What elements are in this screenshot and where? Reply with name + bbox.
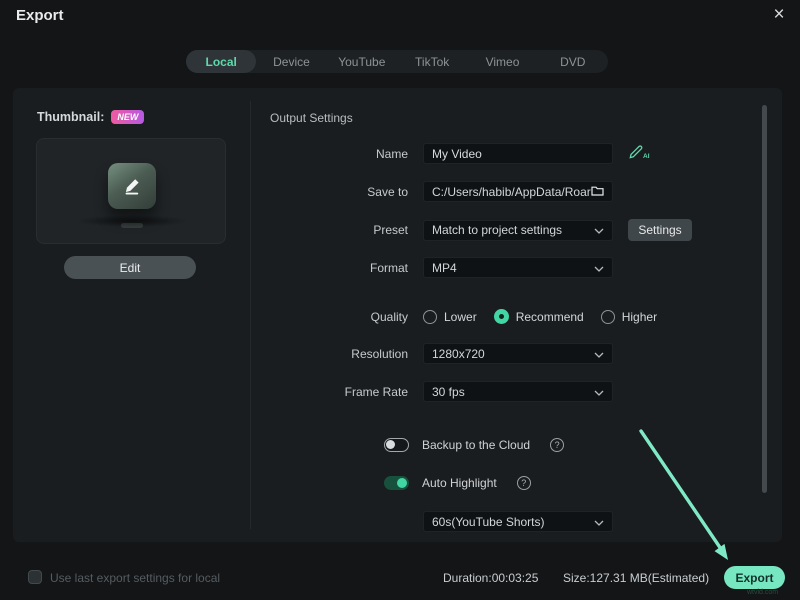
chevron-down-icon (594, 383, 604, 401)
tab-dvd[interactable]: DVD (538, 50, 608, 73)
frame-rate-row: Frame Rate 30 fps (270, 381, 613, 402)
tab-youtube[interactable]: YouTube (327, 50, 397, 73)
auto-highlight-row: Auto Highlight ? (384, 476, 531, 490)
help-icon[interactable]: ? (550, 438, 565, 452)
preset-dropdown[interactable]: Match to project settings (423, 219, 613, 241)
chevron-down-icon (594, 259, 604, 277)
name-row: Name (270, 143, 613, 164)
chevron-down-icon (594, 221, 604, 239)
thumbnail-label: Thumbnail: (37, 110, 105, 124)
backup-cloud-toggle[interactable] (384, 438, 409, 452)
scrollbar-thumb[interactable] (762, 105, 767, 493)
backup-cloud-label: Backup to the Cloud (422, 438, 531, 452)
main-panel: Thumbnail: NEW Edit Output Settings Name (13, 88, 782, 542)
quality-label: Quality (370, 309, 408, 324)
name-input[interactable] (432, 146, 604, 161)
tab-local[interactable]: Local (186, 50, 257, 73)
edit-pencil-icon (108, 163, 156, 209)
quality-options: Lower Recommend Higher (423, 309, 657, 324)
preset-label: Preset (373, 223, 408, 237)
use-last-settings-checkbox[interactable] (28, 570, 42, 584)
dialog-title: Export (16, 7, 64, 24)
save-to-row: Save to C:/Users/habib/AppData/Roar (270, 181, 613, 202)
auto-highlight-label: Auto Highlight (422, 476, 497, 490)
tab-tiktok[interactable]: TikTok (397, 50, 467, 73)
chevron-down-icon (594, 513, 604, 531)
quality-option-lower[interactable]: Lower (423, 309, 477, 324)
quality-option-higher[interactable]: Higher (600, 309, 657, 324)
shorts-row: 60s(YouTube Shorts) (423, 511, 613, 532)
close-icon[interactable]: × (766, 2, 792, 28)
quality-option-recommend[interactable]: Recommend (493, 309, 584, 324)
edit-thumbnail-button[interactable]: Edit (64, 256, 196, 279)
radio-unselected-icon (600, 309, 615, 324)
thumbnail-icon-reflection (121, 223, 143, 228)
settings-button[interactable]: Settings (628, 219, 692, 241)
save-to-path: C:/Users/habib/AppData/Roar (432, 184, 591, 199)
folder-icon[interactable] (591, 183, 604, 201)
radio-unselected-icon (423, 309, 437, 324)
preset-row: Preset Match to project settings Setting… (270, 219, 692, 241)
chevron-down-icon (594, 345, 604, 363)
export-dialog: Export × Local Device YouTube TikTok Vim… (0, 0, 800, 600)
watermark-text: wtvid.com (747, 589, 779, 596)
resolution-row: Resolution 1280x720 (270, 343, 613, 364)
svg-text:AI: AI (643, 153, 650, 160)
save-to-input-wrap[interactable]: C:/Users/habib/AppData/Roar (423, 181, 613, 202)
tab-device[interactable]: Device (256, 50, 326, 73)
auto-highlight-toggle[interactable] (384, 476, 409, 490)
format-row: Format MP4 (270, 257, 613, 278)
format-label: Format (369, 260, 408, 275)
output-settings-title: Output Settings (270, 111, 353, 125)
name-label: Name (375, 146, 408, 161)
new-badge: NEW (111, 110, 145, 124)
name-input-wrap (423, 143, 613, 164)
frame-rate-label: Frame Rate (344, 384, 408, 399)
help-icon[interactable]: ? (516, 476, 531, 490)
duration-text: Duration:00:03:25 (443, 571, 539, 585)
vertical-divider (250, 101, 251, 529)
export-target-tabs: Local Device YouTube TikTok Vimeo DVD (186, 50, 608, 73)
frame-rate-dropdown[interactable]: 30 fps (423, 381, 613, 402)
radio-selected-icon (493, 309, 509, 324)
use-last-settings-label: Use last export settings for local (50, 571, 221, 585)
backup-cloud-row: Backup to the Cloud ? (384, 438, 565, 452)
format-dropdown[interactable]: MP4 (423, 257, 613, 278)
size-text: Size:127.31 MB(Estimated) (563, 571, 710, 585)
quality-row: Quality Lower Recommend Higher (270, 309, 657, 324)
shorts-duration-dropdown[interactable]: 60s(YouTube Shorts) (423, 511, 613, 532)
ai-rename-icon[interactable]: AI (627, 140, 653, 162)
export-button[interactable]: Export (724, 566, 785, 589)
thumbnail-preview[interactable] (36, 138, 226, 244)
save-to-label: Save to (367, 184, 408, 199)
thumbnail-header: Thumbnail: NEW (37, 110, 145, 124)
tab-vimeo[interactable]: Vimeo (467, 50, 537, 73)
resolution-dropdown[interactable]: 1280x720 (423, 343, 613, 364)
resolution-label: Resolution (351, 346, 408, 361)
